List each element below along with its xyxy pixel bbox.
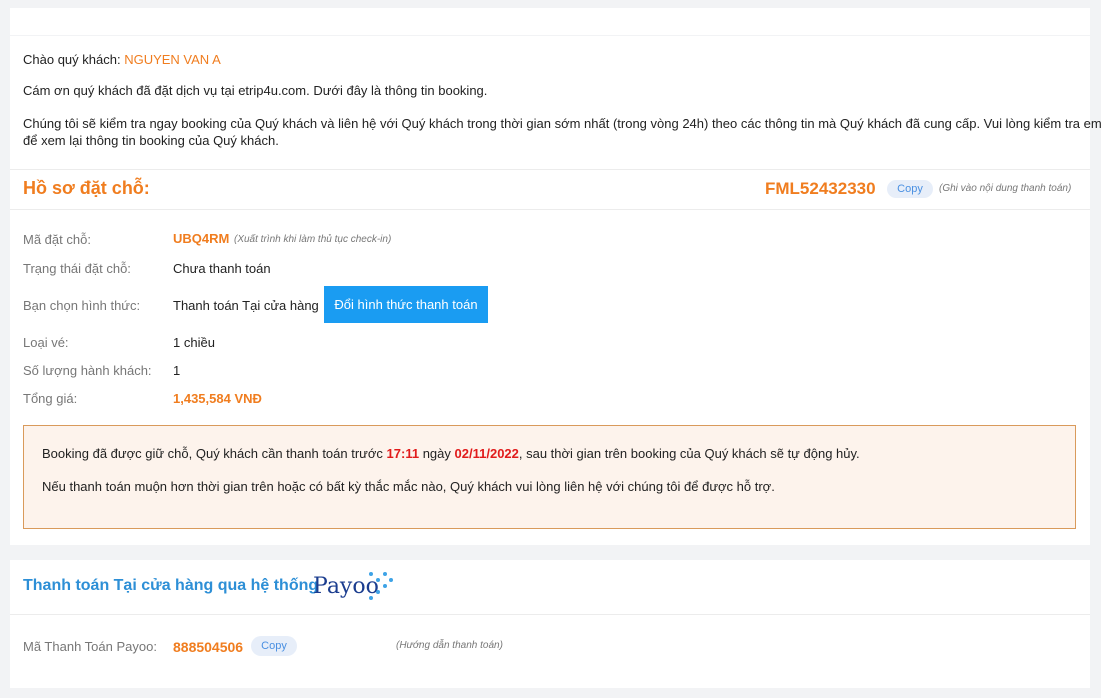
booking-card: Chào quý khách: NGUYEN VAN A Cám ơn quý … [10, 36, 1101, 545]
booking-reference-code: FML52432330 [765, 179, 876, 198]
intro-line-2b: để xem lại thông tin booking của Quý khá… [23, 133, 279, 148]
deadline-date: 02/11/2022 [454, 446, 519, 461]
status-label: Trạng thái đặt chỗ: [23, 261, 131, 276]
notice-line-2: Nếu thanh toán muộn hơn thời gian trên h… [42, 479, 775, 494]
divider [10, 169, 1090, 170]
method-value: Thanh toán Tại cửa hàng [173, 298, 319, 313]
passengers-value: 1 [173, 363, 181, 378]
payoo-card: Thanh toán Tại cửa hàng qua hệ thống Pay… [10, 560, 1090, 688]
payoo-section-title: Thanh toán Tại cửa hàng qua hệ thống [23, 577, 319, 594]
booking-code-hint: (Xuất trình khi làm thủ tục check-in) [234, 234, 392, 245]
customer-name: NGUYEN VAN A [124, 52, 221, 67]
greeting-prefix: Chào quý khách: [23, 52, 121, 67]
notice-text-a: Booking đã được giữ chỗ, Quý khách cần t… [42, 446, 383, 461]
payoo-code-value: 888504506 [173, 639, 244, 655]
reference-hint: (Ghi vào nội dung thanh toán) [939, 183, 1072, 194]
payoo-logo-text: Payoo [313, 574, 379, 599]
total-value: 1,435,584 VNĐ [173, 391, 262, 406]
notice-line-1: Booking đã được giữ chỗ, Quý khách cần t… [42, 446, 860, 461]
booking-code-label: Mã đặt chỗ: [23, 232, 91, 247]
booking-section-title: Hồ sơ đặt chỗ: [23, 178, 150, 198]
intro-line-1: Cám ơn quý khách đã đặt dịch vụ tại etri… [23, 83, 488, 98]
passengers-label: Số lượng hành khách: [23, 363, 152, 378]
status-value: Chưa thanh toán [173, 261, 271, 276]
divider [10, 614, 1090, 615]
deadline-time: 17:11 [386, 446, 420, 461]
payment-guide-link[interactable]: (Hướng dẫn thanh toán) [396, 640, 503, 651]
payoo-code-label: Mã Thanh Toán Payoo: [23, 639, 157, 654]
divider [10, 209, 1090, 210]
ticket-type-value: 1 chiều [173, 335, 215, 350]
method-label: Bạn chọn hình thức: [23, 298, 141, 313]
ticket-type-label: Loại vé: [23, 335, 69, 350]
booking-code-value: UBQ4RM [173, 231, 230, 246]
payoo-logo: Payoo [313, 568, 393, 604]
total-label: Tổng giá: [23, 391, 78, 406]
intro-line-2a: Chúng tôi sẽ kiểm tra ngay booking của Q… [23, 116, 1101, 131]
change-payment-method-button[interactable]: Đổi hình thức thanh toán [324, 286, 488, 323]
copy-payoo-code-button[interactable]: Copy [251, 636, 297, 656]
top-card [10, 8, 1090, 35]
notice-text-c: , sau thời gian trên booking của Quý khá… [518, 446, 860, 461]
notice-text-b: ngày [422, 446, 451, 461]
greeting: Chào quý khách: NGUYEN VAN A [23, 52, 221, 67]
copy-reference-button[interactable]: Copy [887, 180, 933, 198]
payment-deadline-notice: Booking đã được giữ chỗ, Quý khách cần t… [23, 425, 1076, 529]
